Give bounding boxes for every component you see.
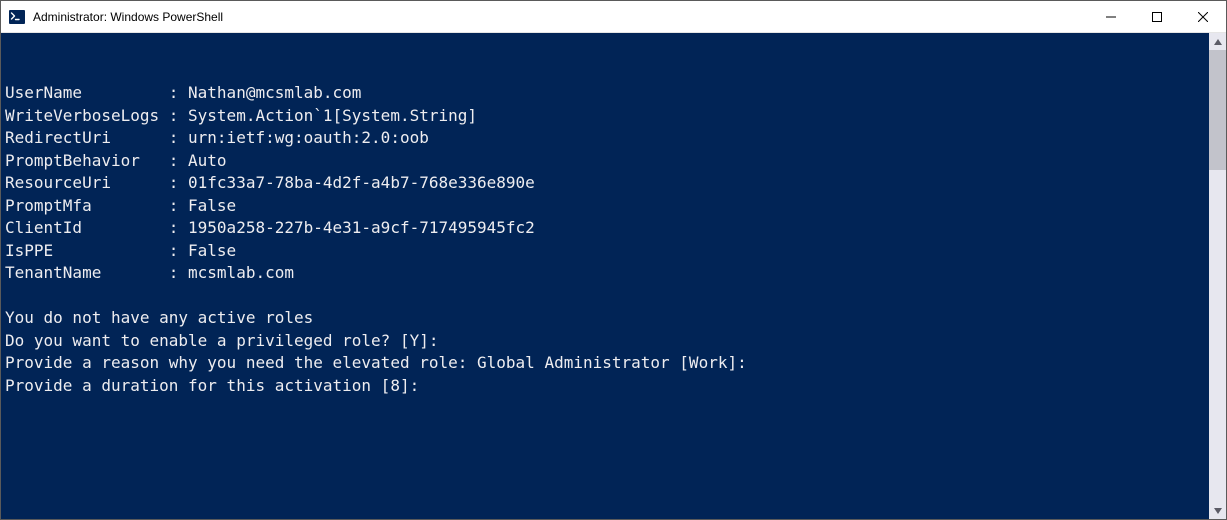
window-title: Administrator: Windows PowerShell [33, 10, 223, 24]
scrollbar-down-arrow-icon[interactable] [1209, 502, 1226, 519]
console-output[interactable]: UserName : Nathan@mcsmlab.com WriteVerbo… [1, 33, 1209, 519]
scrollbar-up-arrow-icon[interactable] [1209, 33, 1226, 50]
scrollbar-thumb[interactable] [1209, 50, 1226, 170]
vertical-scrollbar[interactable] [1209, 33, 1226, 519]
minimize-button[interactable] [1088, 1, 1134, 32]
titlebar[interactable]: Administrator: Windows PowerShell [1, 1, 1226, 33]
scrollbar-track[interactable] [1209, 50, 1226, 502]
window-controls [1088, 1, 1226, 32]
close-button[interactable] [1180, 1, 1226, 32]
maximize-button[interactable] [1134, 1, 1180, 32]
powershell-icon [9, 9, 25, 25]
console-area: UserName : Nathan@mcsmlab.com WriteVerbo… [1, 33, 1226, 519]
